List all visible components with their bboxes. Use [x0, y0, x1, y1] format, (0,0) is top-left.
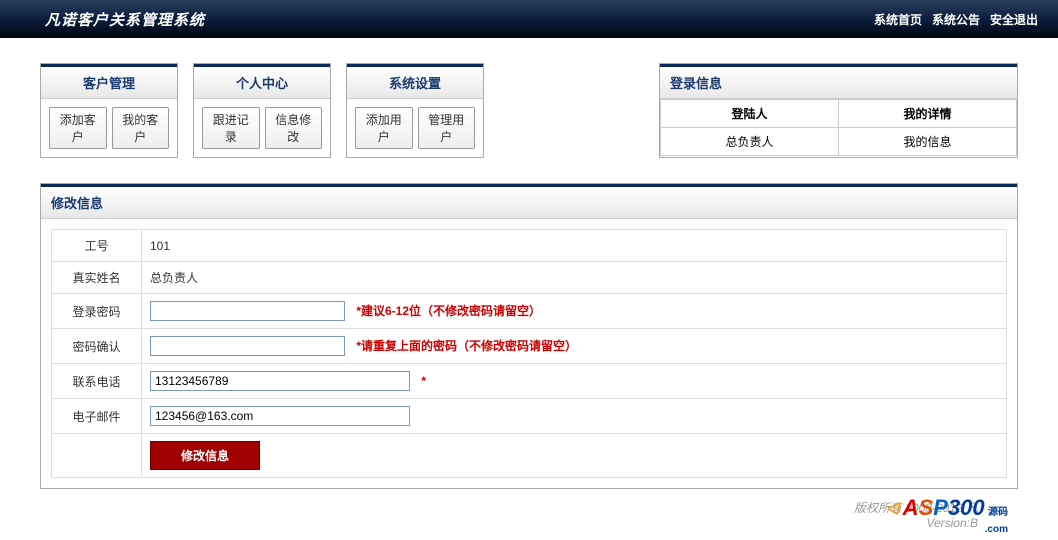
followup-button[interactable]: 跟进记录 [202, 107, 260, 149]
panel-title: 修改信息 [41, 184, 1017, 219]
modify-info-panel: 修改信息 工号 101 真实姓名 总负责人 登录密码 *建议6-12位（不修改密… [40, 183, 1018, 489]
flame-icon: ᐊ [885, 499, 899, 519]
label-id: 工号 [52, 230, 142, 262]
value-realname: 总负责人 [142, 262, 1007, 294]
tab-customer-mgmt: 客户管理 添加客户 我的客户 [40, 63, 178, 158]
tab-system-settings: 系统设置 添加用户 管理用户 [346, 63, 484, 158]
login-user-value: 总负责人 [661, 128, 839, 156]
asp300-logo: ᐊ ASP300 源码.com [885, 495, 1008, 535]
tab-title: 个人中心 [194, 64, 330, 99]
login-header-user: 登陆人 [661, 100, 839, 128]
label-phone: 联系电话 [52, 364, 142, 399]
header-nav: 系统首页 系统公告 安全退出 [874, 11, 1038, 28]
login-detail-link[interactable]: 我的信息 [839, 128, 1017, 156]
app-header: 凡诺客户关系管理系统 系统首页 系统公告 安全退出 [0, 0, 1058, 38]
password-confirm-hint: *请重复上面的密码（不修改密码请留空） [356, 339, 577, 353]
add-user-button[interactable]: 添加用户 [355, 107, 413, 149]
nav-home[interactable]: 系统首页 [874, 11, 922, 28]
version-text: Version:B [40, 516, 978, 530]
password-input[interactable] [150, 301, 345, 321]
label-realname: 真实姓名 [52, 262, 142, 294]
phone-input[interactable] [150, 371, 410, 391]
password-hint: *建议6-12位（不修改密码请留空） [356, 304, 541, 318]
tab-personal-center: 个人中心 跟进记录 信息修改 [193, 63, 331, 158]
add-customer-button[interactable]: 添加客户 [49, 107, 107, 149]
label-submit [52, 434, 142, 478]
copyright-text: 版权所有 2008-2012 凡 [40, 499, 978, 516]
label-email: 电子邮件 [52, 399, 142, 434]
my-customer-button[interactable]: 我的客户 [112, 107, 170, 149]
tab-title: 客户管理 [41, 64, 177, 99]
login-header-detail: 我的详情 [839, 100, 1017, 128]
manage-user-button[interactable]: 管理用户 [418, 107, 476, 149]
tab-title: 系统设置 [347, 64, 483, 99]
app-title: 凡诺客户关系管理系统 [45, 9, 205, 30]
login-info-table: 登陆人 我的详情 总负责人 我的信息 [660, 99, 1017, 156]
email-input[interactable] [150, 406, 410, 426]
label-password-confirm: 密码确认 [52, 329, 142, 364]
value-id: 101 [142, 230, 1007, 262]
phone-hint: * [421, 374, 426, 388]
form-table: 工号 101 真实姓名 总负责人 登录密码 *建议6-12位（不修改密码请留空）… [51, 229, 1007, 478]
login-info-title: 登录信息 [660, 64, 1017, 99]
password-confirm-input[interactable] [150, 336, 345, 356]
footer: 版权所有 2008-2012 凡 Version:B ᐊ ASP300 源码.c… [40, 489, 1018, 530]
nav-notice[interactable]: 系统公告 [932, 11, 980, 28]
nav-logout[interactable]: 安全退出 [990, 11, 1038, 28]
module-tabs-row: 客户管理 添加客户 我的客户 个人中心 跟进记录 信息修改 系统设置 添加用户 … [40, 63, 1018, 158]
login-info-box: 登录信息 登陆人 我的详情 总负责人 我的信息 [659, 63, 1018, 158]
submit-button[interactable]: 修改信息 [150, 441, 260, 470]
label-password: 登录密码 [52, 294, 142, 329]
main-content: 客户管理 添加客户 我的客户 个人中心 跟进记录 信息修改 系统设置 添加用户 … [0, 38, 1058, 540]
edit-info-button[interactable]: 信息修改 [265, 107, 323, 149]
